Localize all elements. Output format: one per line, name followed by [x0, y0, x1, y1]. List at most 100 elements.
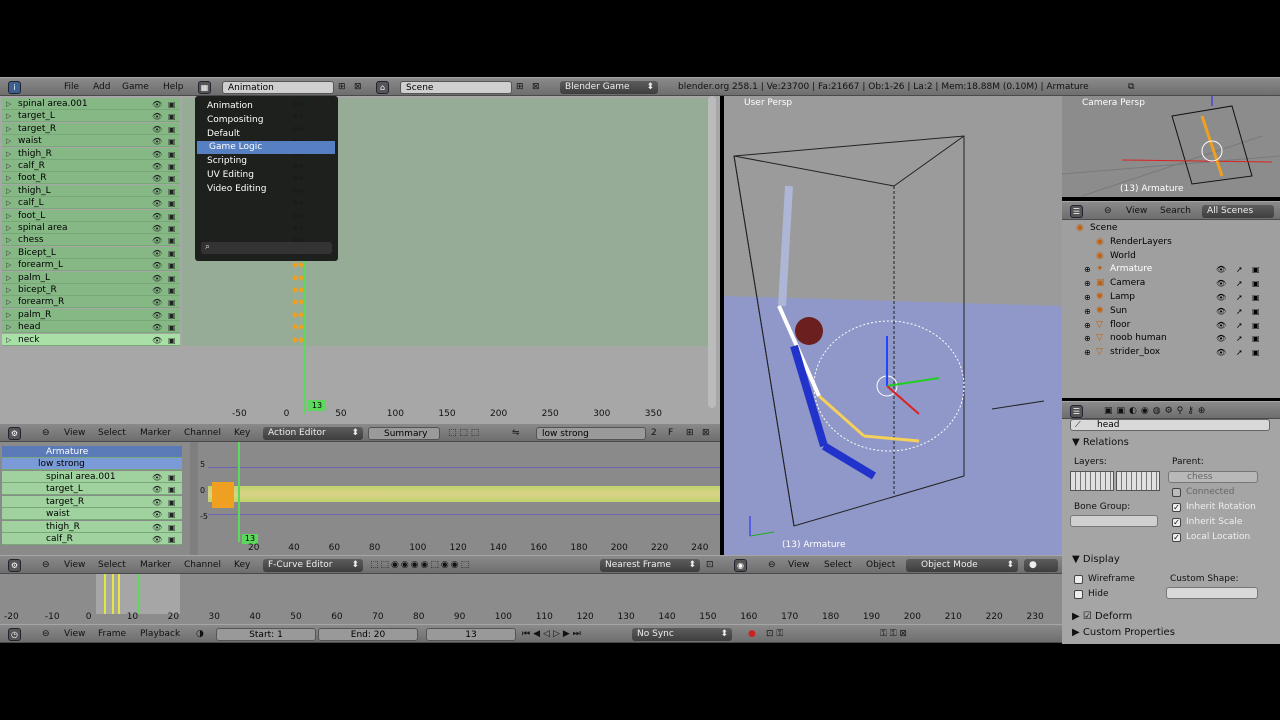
lock-icon[interactable]: ▣ — [168, 273, 176, 285]
eye-icon[interactable]: 👁 — [152, 285, 162, 297]
keyframe-block[interactable] — [212, 482, 234, 508]
cursor-icon[interactable]: ➚ — [1236, 346, 1243, 359]
lock-icon[interactable]: ▣ — [168, 124, 176, 136]
current-frame-line[interactable] — [238, 442, 240, 542]
eye-icon[interactable]: 👁 — [152, 235, 162, 247]
expand-arrow-icon[interactable]: ▷ — [6, 259, 11, 271]
action-bone-channel[interactable]: calf_R 👁 ▣ — [2, 533, 182, 545]
bone-group-field[interactable] — [1070, 515, 1158, 527]
eye-icon[interactable]: 👁 — [152, 297, 162, 309]
camera-view[interactable]: Camera Persp (13) Armature — [1062, 96, 1280, 197]
eye-icon[interactable]: 👁 — [152, 509, 162, 521]
cursor-icon[interactable]: ➚ — [1236, 277, 1243, 290]
expand-arrow-icon[interactable]: ▷ — [6, 98, 11, 110]
dopesheet-channel[interactable]: ▷ foot_R 👁 ▣ — [2, 172, 180, 185]
eye-icon[interactable]: 👁 — [152, 534, 162, 546]
menu-file[interactable]: File — [64, 81, 79, 94]
action-name-field[interactable]: low strong — [536, 427, 646, 440]
custom-properties-panel-header[interactable]: ▶ Custom Properties — [1072, 627, 1175, 638]
screen-layout-field[interactable]: Animation — [222, 81, 334, 94]
dopesheet-channel[interactable]: ▷ foot_L 👁 ▣ — [2, 209, 180, 222]
unlink-action-button[interactable]: ⊠ — [702, 427, 710, 440]
eye-icon[interactable]: 👁 — [152, 223, 162, 235]
expand-arrow-icon[interactable]: ⊕ — [1084, 291, 1091, 304]
dopesheet-channel[interactable]: ▷ palm_L 👁 ▣ — [2, 271, 180, 285]
lock-icon[interactable]: ▣ — [168, 322, 176, 334]
lock-icon[interactable]: ▣ — [168, 186, 176, 198]
viewport-shading-dropdown[interactable]: ● — [1024, 559, 1058, 572]
parent-field[interactable]: chess — [1168, 471, 1258, 483]
collapse-icon[interactable]: ⊖ — [42, 427, 50, 440]
menu-frame[interactable]: Frame — [98, 628, 126, 641]
menu-channel[interactable]: Channel — [184, 427, 221, 440]
expand-arrow-icon[interactable]: ⊕ — [1084, 332, 1091, 345]
outliner-item[interactable]: ⊕ ▽ floor 👁 ➚ ▣ — [1062, 319, 1277, 332]
eye-icon[interactable]: 👁 — [1216, 263, 1226, 276]
dopesheet-mode-dropdown[interactable]: Action Editor ⬍ — [263, 427, 363, 440]
editor-type-icon[interactable]: ◉ — [734, 559, 747, 572]
render-icon[interactable]: ▣ — [1252, 346, 1260, 359]
display-panel-header[interactable]: ▼ Display — [1072, 554, 1120, 565]
eye-icon[interactable]: 👁 — [1216, 277, 1226, 290]
expand-arrow-icon[interactable]: ▷ — [6, 135, 11, 147]
layout-menu-item[interactable]: Video Editing — [195, 183, 335, 196]
keyframe-diamond[interactable]: ◆◆ — [292, 297, 308, 306]
outliner-item[interactable]: ⊕ ▣ Camera 👁 ➚ ▣ — [1062, 277, 1277, 290]
menu-marker[interactable]: Marker — [140, 559, 171, 572]
action-icon[interactable]: ⇋ — [512, 427, 520, 440]
expand-arrow-icon[interactable]: ▷ — [6, 185, 11, 197]
eye-icon[interactable]: 👁 — [152, 111, 162, 123]
menu-search[interactable]: Search — [1160, 205, 1191, 218]
eye-icon[interactable]: 👁 — [152, 497, 162, 509]
expand-arrow-icon[interactable]: ▷ — [6, 197, 11, 209]
eye-icon[interactable]: 👁 — [152, 149, 162, 161]
lock-icon[interactable]: ▣ — [168, 297, 176, 309]
dopesheet-channel[interactable]: ▷ target_R 👁 ▣ — [2, 122, 180, 136]
expand-arrow-icon[interactable]: ▷ — [6, 321, 11, 333]
menu-select[interactable]: Select — [98, 559, 126, 572]
keyingset-icons[interactable]: ⚿ ⚿ ⊠ — [880, 628, 907, 641]
dopesheet-channel[interactable]: ▷ waist 👁 ▣ — [2, 135, 180, 148]
render-icon[interactable]: ▣ — [1252, 305, 1260, 318]
render-icon[interactable]: ▣ — [1252, 277, 1260, 290]
dopesheet-channel[interactable]: ▷ chess 👁 ▣ — [2, 234, 180, 247]
dopesheet-channel[interactable]: ▷ forearm_L 👁 ▣ — [2, 259, 180, 272]
filter-toolbar-icons[interactable]: ⬚⬚◉◉◉◉⬚◉◉⬚ — [370, 559, 471, 572]
fake-user-button[interactable]: F — [668, 427, 673, 440]
lock-icon[interactable]: ▣ — [168, 522, 176, 534]
sync-dropdown[interactable]: No Sync ⬍ — [632, 628, 732, 641]
end-frame-field[interactable]: End: 20 — [318, 628, 418, 641]
lock-icon[interactable]: ▣ — [168, 136, 176, 148]
graph-area[interactable]: 13 — [198, 442, 720, 555]
outliner-item[interactable]: ⊕ ✺ Lamp 👁 ➚ ▣ — [1062, 291, 1277, 304]
armature-channel[interactable]: Armature — [2, 446, 182, 458]
collapse-icon[interactable]: ⊖ — [768, 559, 776, 572]
lock-icon[interactable]: ▣ — [168, 335, 176, 347]
action-users-count[interactable]: 2 — [651, 427, 657, 440]
menu-view[interactable]: View — [64, 427, 85, 440]
menu-view[interactable]: View — [64, 559, 85, 572]
expand-arrow-icon[interactable]: ⊕ — [1084, 263, 1091, 276]
filter-icons[interactable]: ⬚ ⬚ ⬚ — [448, 427, 479, 440]
menu-help[interactable]: Help — [163, 81, 184, 94]
layout-menu-item[interactable]: Animation — [195, 100, 335, 113]
scene-field[interactable]: Scene — [400, 81, 512, 94]
dopesheet-channel[interactable]: ▷ palm_R 👁 ▣ — [2, 308, 180, 321]
context-tab-icons[interactable]: ▣▣◐◉◍⚙⚲⚷⊕ — [1104, 405, 1209, 418]
editor-type-icon[interactable]: ⚙ — [8, 559, 21, 572]
collapse-icon[interactable]: ⊖ — [1104, 205, 1112, 218]
layout-menu-item[interactable]: Default — [195, 128, 335, 141]
summary-toggle[interactable]: Summary — [368, 427, 440, 440]
menu-view[interactable]: View — [1126, 205, 1147, 218]
menu-key[interactable]: Key — [234, 427, 250, 440]
display-mode-dropdown[interactable]: All Scenes — [1202, 205, 1274, 218]
eye-icon[interactable]: 👁 — [152, 248, 162, 260]
dopesheet-channel[interactable]: ▷ thigh_L 👁 ▣ — [2, 184, 180, 198]
remove-layout-button[interactable]: ⊠ — [354, 81, 362, 94]
local-location-checkbox[interactable]: ✓ — [1172, 533, 1181, 542]
pivot-icon[interactable]: ⊡ — [706, 559, 714, 572]
lock-icon[interactable]: ▣ — [168, 235, 176, 247]
expand-arrow-icon[interactable]: ▷ — [6, 296, 11, 308]
dopesheet-scrollbar[interactable] — [708, 96, 716, 408]
lock-icon[interactable]: ▣ — [168, 149, 176, 161]
